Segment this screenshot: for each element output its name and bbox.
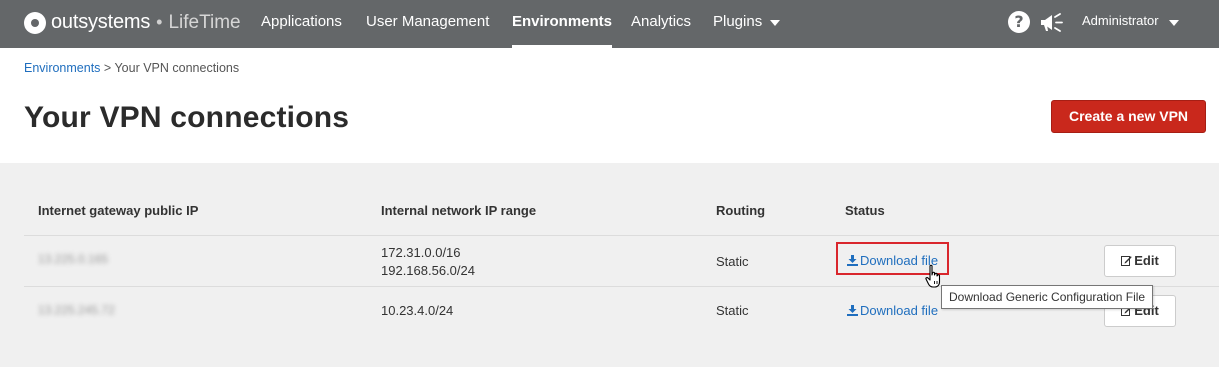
user-menu[interactable]: Administrator [1082,13,1179,28]
create-vpn-button[interactable]: Create a new VPN [1051,100,1206,133]
product-name: LifeTime [168,11,241,33]
chevron-down-icon [1168,19,1179,26]
row-2-ip-range-1: 10.23.4.0/24 [381,303,454,318]
row-2-download-link[interactable]: Download file [847,303,938,318]
column-header-ip-range: Internal network IP range [381,203,537,218]
help-icon[interactable]: ? [1008,11,1030,33]
edit-icon [1121,256,1132,266]
brand-name: outsystems [51,11,151,33]
column-header-status: Status [845,203,885,218]
row-divider [24,235,1219,236]
breadcrumb-environments-link[interactable]: Environments [24,61,100,75]
page-title: Your VPN connections [24,101,350,134]
row-2-gateway-ip: 13.225.245.72 [38,303,115,317]
brand-separator: • [156,12,163,32]
row-1-routing: Static [716,254,749,269]
breadcrumb: Environments > Your VPN connections [24,61,239,75]
row-2-routing: Static [716,303,749,318]
page-header: Environments > Your VPN connections Your… [0,48,1219,163]
megaphone-icon[interactable] [1038,10,1064,34]
row-1-edit-label: Edit [1134,253,1159,268]
row-2-download-label: Download file [860,303,939,318]
row-1-ip-range-2: 192.168.56.0/24 [381,263,475,278]
row-1-ip-range-1: 172.31.0.0/16 [381,245,461,260]
download-icon [847,305,858,316]
outsystems-logo-icon [24,11,46,34]
nav-user-management[interactable]: User Management [366,0,489,48]
logo[interactable]: outsystems • LifeTime [24,11,241,34]
nav-analytics[interactable]: Analytics [631,0,691,48]
row-1-edit-button[interactable]: Edit [1104,245,1176,277]
download-tooltip: Download Generic Configuration File [941,285,1154,309]
nav-plugins-label: Plugins [713,13,763,30]
user-name: Administrator [1082,13,1159,28]
row-1-gateway-ip: 13.225.0.165 [38,252,109,266]
nav-plugins[interactable]: Plugins [713,0,781,48]
nav-environments[interactable]: Environments [512,0,613,48]
chevron-down-icon [770,20,781,27]
nav-applications[interactable]: Applications [261,0,342,48]
breadcrumb-separator: > [103,61,112,75]
top-navbar: outsystems • LifeTime Applications User … [0,0,1219,48]
column-header-gateway-ip: Internet gateway public IP [38,203,199,218]
breadcrumb-current: Your VPN connections [114,61,240,75]
hand-cursor-icon [925,264,941,288]
column-header-routing: Routing [716,203,766,218]
